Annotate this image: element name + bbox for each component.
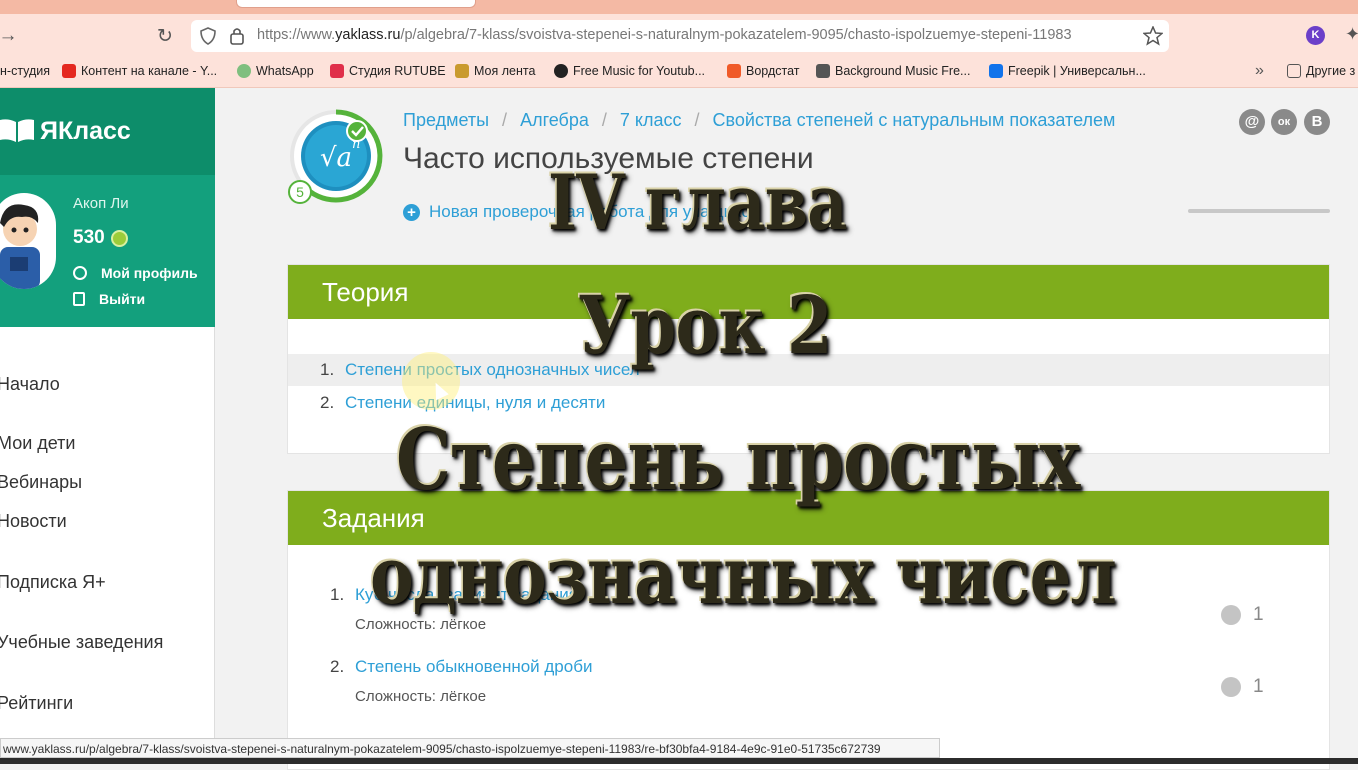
profile-avatar[interactable]: K bbox=[1306, 26, 1325, 45]
bookmark-item[interactable]: WhatsApp bbox=[237, 64, 314, 78]
score-icon bbox=[1221, 677, 1241, 697]
sidebar-item-home[interactable]: Начало bbox=[0, 374, 60, 395]
extensions-icon[interactable]: ✦ bbox=[1345, 24, 1358, 45]
more-bookmarks-icon[interactable]: » bbox=[1255, 62, 1264, 80]
task-score: 1 bbox=[1221, 604, 1264, 626]
bookmark-item[interactable]: Моя лента bbox=[455, 64, 535, 78]
shield-badge-icon bbox=[455, 64, 469, 78]
lock-icon bbox=[230, 28, 244, 45]
wordstat-icon bbox=[727, 64, 741, 78]
plus-icon: + bbox=[403, 203, 420, 221]
overlay-title-line: IV глава bbox=[548, 158, 848, 247]
bookmark-item[interactable]: Вордстат bbox=[727, 64, 800, 78]
task-score: 1 bbox=[1221, 676, 1264, 698]
svg-text:√a: √a bbox=[320, 143, 352, 173]
other-bookmarks[interactable]: Другие з bbox=[1287, 64, 1355, 78]
progress-divider bbox=[1188, 209, 1330, 213]
whatsapp-icon bbox=[237, 64, 251, 78]
reload-icon[interactable]: ↻ bbox=[151, 22, 179, 50]
star-icon[interactable] bbox=[1143, 26, 1163, 46]
avatar[interactable] bbox=[0, 193, 56, 289]
coin-icon bbox=[110, 229, 128, 247]
mail-ru-icon[interactable]: @ bbox=[1239, 109, 1265, 135]
sidebar-item-news[interactable]: Новости bbox=[0, 511, 67, 532]
logout-icon bbox=[73, 292, 85, 306]
user-name: Акоп Ли bbox=[73, 195, 129, 212]
site-logo[interactable]: ЯКласс bbox=[0, 88, 215, 175]
overlay-title-line: однозначных чисел bbox=[370, 528, 1117, 622]
user-points: 530 bbox=[73, 227, 128, 249]
svg-text:5: 5 bbox=[296, 184, 304, 200]
user-circle-icon bbox=[73, 266, 87, 280]
status-bar-url: www.yaklass.ru/p/algebra/7-klass/svoistv… bbox=[0, 738, 940, 758]
tab-strip bbox=[0, 0, 1358, 14]
bookmark-item[interactable]: Freepik | Универсальн... bbox=[989, 64, 1146, 78]
odnoklassniki-icon[interactable]: ок bbox=[1271, 109, 1297, 135]
breadcrumb-item[interactable]: Свойства степеней с натуральным показате… bbox=[713, 110, 1116, 130]
bookmark-item[interactable]: Контент на канале - Y... bbox=[62, 64, 217, 78]
active-tab[interactable] bbox=[236, 0, 476, 8]
equalizer-icon bbox=[816, 64, 830, 78]
rutube-icon bbox=[330, 64, 344, 78]
bookmarks-bar: н-студия Контент на канале - Y... WhatsA… bbox=[0, 58, 1358, 88]
sidebar-item-subscription[interactable]: Подписка Я+ bbox=[0, 572, 106, 593]
bookmark-item[interactable]: Студия RUTUBE bbox=[330, 64, 446, 78]
book-icon bbox=[0, 119, 34, 142]
topic-badge: √a n 5 bbox=[288, 109, 383, 204]
breadcrumb-item[interactable]: Предметы bbox=[403, 110, 489, 130]
user-panel: Акоп Ли 530 Мой профиль Выйти bbox=[0, 175, 215, 327]
sidebar-item-webinars[interactable]: Вебинары bbox=[0, 472, 82, 493]
sidebar-item-schools[interactable]: Учебные заведения bbox=[0, 632, 163, 653]
profile-link[interactable]: Мой профиль bbox=[73, 265, 198, 281]
folder-icon bbox=[1287, 64, 1301, 78]
breadcrumb-item[interactable]: Алгебра bbox=[520, 110, 589, 130]
vk-icon[interactable]: В bbox=[1304, 109, 1330, 135]
bookmark-item[interactable]: Background Music Fre... bbox=[816, 64, 970, 78]
overlay-title-line: Степень простых bbox=[396, 410, 1080, 509]
breadcrumb-item[interactable]: 7 класс bbox=[620, 110, 682, 130]
url-text: https://www.yaklass.ru/p/algebra/7-klass… bbox=[257, 27, 1072, 43]
sidebar-item-my-children[interactable]: Мои дети bbox=[0, 433, 75, 454]
forward-icon[interactable]: → bbox=[0, 22, 22, 50]
freepik-icon bbox=[989, 64, 1003, 78]
bookmark-item[interactable]: н-студия bbox=[0, 64, 50, 78]
youtube-icon bbox=[62, 64, 76, 78]
overlay-title-line: Урок 2 bbox=[578, 278, 833, 372]
sidebar: ЯКласс Акоп Ли 530 Мой профиль Выйти Нач… bbox=[0, 88, 215, 764]
cursor-highlight bbox=[402, 352, 460, 410]
score-icon bbox=[1221, 605, 1241, 625]
address-bar[interactable]: https://www.yaklass.ru/p/algebra/7-klass… bbox=[191, 20, 1169, 52]
browser-toolbar: → ↻ https://www.yaklass.ru/p/algebra/7-k… bbox=[0, 14, 1358, 58]
taskbar bbox=[0, 758, 1358, 764]
task-difficulty: Сложность: лёгкое bbox=[355, 688, 487, 705]
bookmark-item[interactable]: Free Music for Youtub... bbox=[554, 64, 705, 78]
shield-icon bbox=[200, 27, 216, 45]
breadcrumb: Предметы / Алгебра/7 класс / Свойства степен… bbox=[403, 110, 1116, 130]
sidebar-item-ratings[interactable]: Рейтинги bbox=[0, 693, 73, 714]
logout-link[interactable]: Выйти bbox=[73, 291, 145, 307]
music-icon bbox=[554, 64, 568, 78]
